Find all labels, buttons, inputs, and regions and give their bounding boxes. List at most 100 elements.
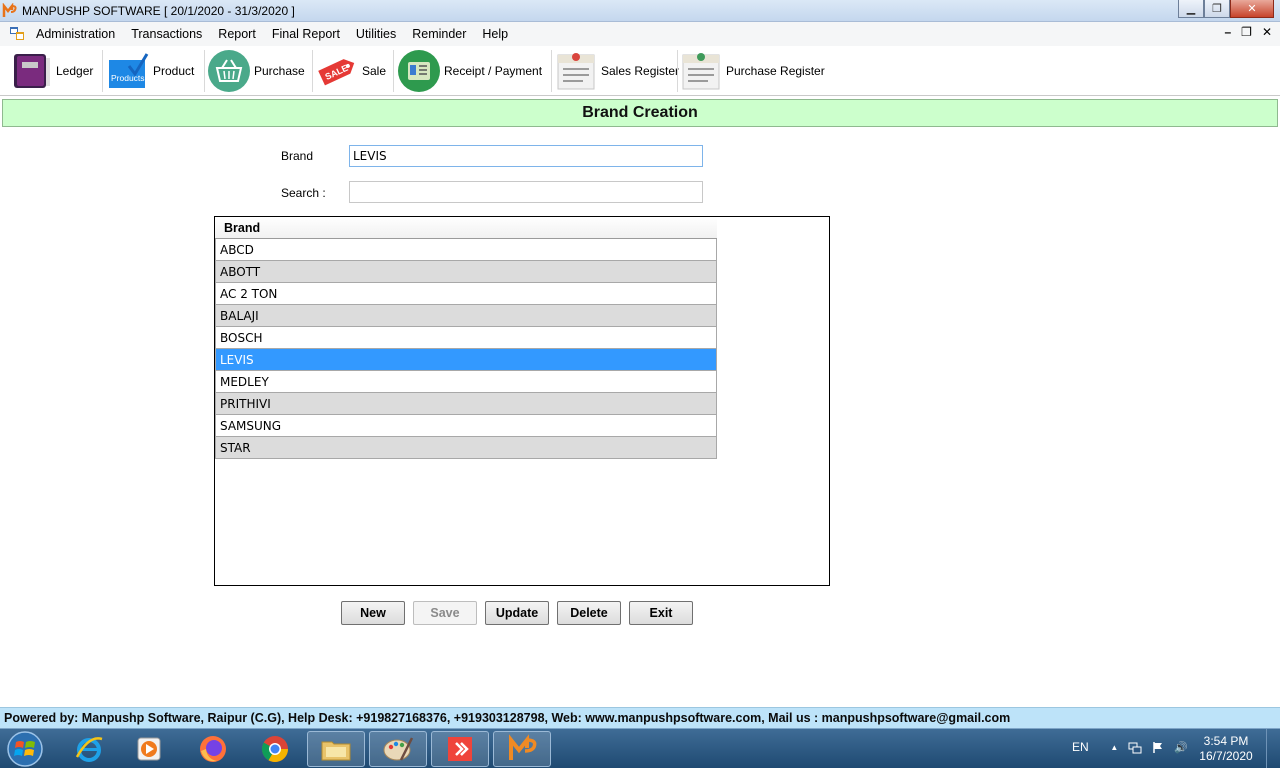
brand-input[interactable]: LEVIS (349, 145, 703, 167)
internet-explorer-icon (75, 737, 103, 762)
taskbar-file-explorer[interactable] (307, 731, 365, 767)
table-row[interactable]: PRITHIVI (215, 393, 717, 415)
update-button[interactable]: Update (485, 601, 549, 625)
taskbar-firefox[interactable] (184, 731, 242, 767)
mdi-minimize-button[interactable]: – (1224, 25, 1231, 39)
brand-table: Brand ABCD ABOTT AC 2 TON BALAJI BOSCH L… (215, 217, 717, 459)
clock[interactable]: 3:54 PM 16/7/2020 (1196, 734, 1256, 764)
toolbar-separator (312, 50, 313, 92)
purchase-register-button[interactable]: Purchase Register (680, 48, 825, 94)
purchase-button[interactable]: Purchase (208, 48, 305, 94)
receipt-payment-label: Receipt / Payment (444, 64, 543, 78)
table-row[interactable]: ABCD (215, 239, 717, 261)
cash-receipt-icon (398, 50, 440, 92)
sale-button[interactable]: SALE Sale (316, 48, 386, 94)
ledger-button[interactable]: Ledger (10, 48, 93, 94)
new-button[interactable]: New (341, 601, 405, 625)
product-label: Product (153, 64, 195, 78)
menu-report[interactable]: Report (210, 22, 264, 46)
save-button[interactable]: Save (413, 601, 477, 625)
sales-register-button[interactable]: Sales Register (555, 48, 679, 94)
menu-help[interactable]: Help (474, 22, 516, 46)
restore-button[interactable]: ❐ (1204, 0, 1230, 18)
toolbar-separator (204, 50, 205, 92)
menu-bar: Administration Transactions Report Final… (0, 22, 1280, 46)
action-buttons: New Save Update Delete Exit (341, 601, 693, 625)
manpushp-app-icon (509, 734, 537, 760)
anydesk-icon (448, 737, 472, 761)
toolbar-separator (551, 50, 552, 92)
purchase-register-label: Purchase Register (726, 64, 825, 78)
manpushp-logo-icon (2, 3, 17, 17)
window-title: MANPUSHP SOFTWARE [ 20/1/2020 - 31/3/202… (22, 4, 295, 18)
menu-transactions[interactable]: Transactions (123, 22, 210, 46)
close-button[interactable]: ✕ (1230, 0, 1274, 18)
windows-start-icon[interactable] (4, 730, 46, 768)
mdi-close-button[interactable]: ✕ (1262, 25, 1272, 39)
table-row[interactable]: STAR (215, 437, 717, 459)
toolbar-separator (102, 50, 103, 92)
sale-tag-icon: SALE (318, 59, 355, 86)
network-icon[interactable] (1128, 742, 1142, 754)
table-row[interactable]: BOSCH (215, 327, 717, 349)
sales-register-label: Sales Register (601, 64, 680, 78)
sales-register-icon (557, 53, 595, 90)
search-label: Search : (281, 186, 326, 200)
paint-icon (383, 737, 414, 761)
volume-icon[interactable]: 🔊 (1174, 741, 1188, 754)
receipt-payment-button[interactable]: Receipt / Payment (398, 48, 542, 94)
title-bar: MANPUSHP SOFTWARE [ 20/1/2020 - 31/3/202… (0, 0, 1280, 22)
window-controls: ▁ ❐ ✕ (1178, 0, 1274, 18)
column-header-brand[interactable]: Brand (215, 217, 717, 239)
mdi-window-icon[interactable] (10, 27, 24, 40)
brand-label: Brand (281, 149, 314, 163)
menu-final-report[interactable]: Final Report (264, 22, 348, 46)
table-row[interactable]: SAMSUNG (215, 415, 717, 437)
exit-button[interactable]: Exit (629, 601, 693, 625)
chrome-icon (261, 736, 289, 763)
products-checklist-icon: Products (109, 53, 149, 88)
taskbar-chrome[interactable] (246, 731, 304, 767)
table-row-selected[interactable]: LEVIS (215, 349, 717, 371)
toolbar-separator (393, 50, 394, 92)
shopping-basket-icon (208, 50, 250, 92)
menu-reminder[interactable]: Reminder (404, 22, 474, 46)
show-desktop-button[interactable] (1266, 729, 1280, 768)
show-hidden-icons-icon[interactable]: ▲ (1110, 743, 1118, 752)
sale-label: Sale (362, 64, 387, 78)
table-row[interactable]: MEDLEY (215, 371, 717, 393)
action-center-flag-icon[interactable] (1152, 741, 1164, 754)
table-row[interactable]: ABOTT (215, 261, 717, 283)
clock-date: 16/7/2020 (1199, 749, 1253, 763)
table-row[interactable]: BALAJI (215, 305, 717, 327)
taskbar-ie[interactable] (60, 731, 118, 767)
taskbar-manpushp[interactable] (493, 731, 551, 767)
menu-utilities[interactable]: Utilities (348, 22, 404, 46)
firefox-icon (200, 736, 226, 762)
file-explorer-icon (321, 741, 351, 761)
search-input[interactable] (349, 181, 703, 203)
toolbar-separator (677, 50, 678, 92)
brand-grid: Brand ABCD ABOTT AC 2 TON BALAJI BOSCH L… (214, 216, 830, 586)
minimize-button[interactable]: ▁ (1178, 0, 1204, 18)
menu-administration[interactable]: Administration (28, 22, 123, 46)
media-player-icon (137, 737, 161, 761)
mdi-restore-button[interactable]: ❐ (1241, 25, 1252, 39)
language-indicator[interactable]: EN (1072, 740, 1089, 754)
delete-button[interactable]: Delete (557, 601, 621, 625)
form-title: Brand Creation (2, 99, 1278, 127)
purchase-register-icon (682, 53, 720, 90)
products-icon-text: Products (111, 73, 145, 83)
clock-time: 3:54 PM (1203, 734, 1249, 748)
taskbar-anydesk[interactable] (431, 731, 489, 767)
purchase-label: Purchase (254, 64, 305, 78)
ledger-book-icon (14, 54, 50, 88)
toolbar: Ledger Products Product Purchase SALE Sa… (0, 46, 1280, 96)
status-bar: Powered by: Manpushp Software, Raipur (C… (0, 707, 1280, 728)
taskbar: EN ▲ 🔊 3:54 PM 16/7/2020 (0, 728, 1280, 768)
product-button[interactable]: Products Product (107, 48, 194, 94)
taskbar-media-player[interactable] (120, 731, 178, 767)
taskbar-paint[interactable] (369, 731, 427, 767)
ledger-label: Ledger (56, 64, 94, 78)
table-row[interactable]: AC 2 TON (215, 283, 717, 305)
